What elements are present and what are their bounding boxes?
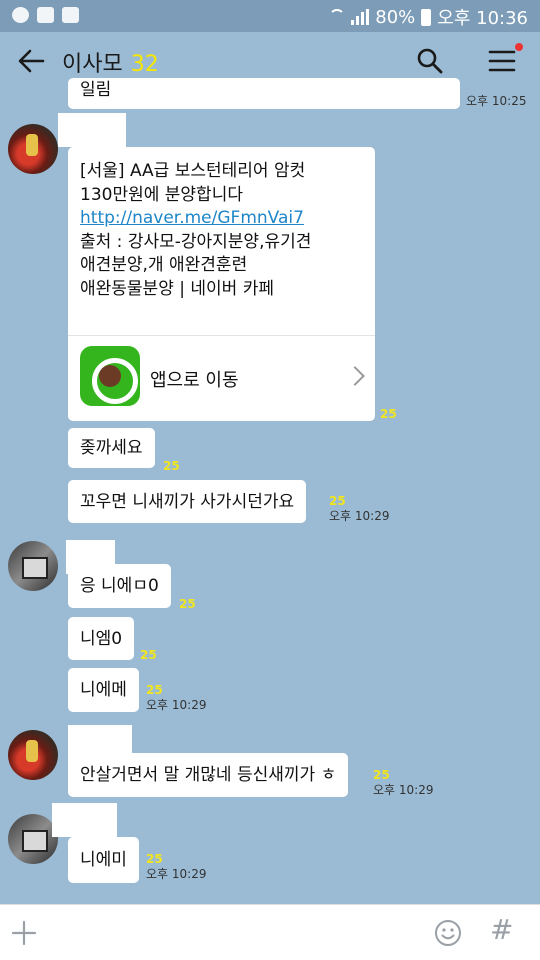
message-bubble[interactable]: 니에메 xyxy=(68,668,139,712)
message-text: 응 니에ㅁ0 xyxy=(80,576,159,596)
message-meta: 25 오후 10:29 xyxy=(146,852,206,882)
back-arrow-icon[interactable] xyxy=(16,47,46,75)
message-meta: 25 오후 10:29 xyxy=(373,768,433,798)
signal-icon xyxy=(351,9,370,25)
link-preview-text: [서울] AA급 보스턴테리어 암컷 130만원에 분양합니다 http://n… xyxy=(80,160,311,302)
card-line: [서울] AA급 보스턴테리어 암컷 xyxy=(80,161,306,181)
avatar[interactable] xyxy=(8,541,58,591)
message-text: 니에미 xyxy=(80,850,127,870)
card-line: 애완동물분양 | 네이버 카페 xyxy=(80,278,274,299)
card-divider xyxy=(68,335,375,336)
instagram-icon xyxy=(62,7,79,23)
card-line: 애견분양,개 애완견훈련 xyxy=(80,255,248,276)
message-text: 니엠0 xyxy=(80,629,123,649)
message-meta: 25 오후 10:29 xyxy=(329,494,389,524)
image-notification-icon xyxy=(37,7,54,23)
message-meta: 25 xyxy=(380,407,397,422)
cafe-app-icon[interactable] xyxy=(80,346,140,406)
message-meta: 오후 10:25 xyxy=(466,94,526,109)
message-time: 오후 10:25 xyxy=(466,94,527,108)
unread-count: 25 xyxy=(329,494,346,508)
message-meta: 25 xyxy=(163,459,180,474)
message-text: 꼬우면 니새끼가 사가시던가요 xyxy=(80,492,295,512)
message-meta: 25 xyxy=(179,597,196,612)
battery-icon xyxy=(421,8,432,26)
message-bubble[interactable]: 좆까세요 xyxy=(68,428,155,468)
avatar[interactable] xyxy=(8,124,58,174)
open-app-label[interactable]: 앱으로 이동 xyxy=(150,366,239,392)
message-bubble[interactable]: 꼬우면 니새끼가 사가시던가요 xyxy=(68,480,307,523)
avatar[interactable] xyxy=(8,814,58,864)
sender-name xyxy=(58,113,126,147)
notification-icons xyxy=(12,7,79,23)
card-line: 출처 : 강사모-강아지분양,유기견 xyxy=(80,231,312,252)
message-meta: 25 오후 10:29 xyxy=(146,683,206,713)
unread-count: 25 xyxy=(380,407,397,421)
message-text: 일림 xyxy=(80,80,112,100)
wifi-icon xyxy=(329,9,346,25)
message-time: 오후 10:29 xyxy=(146,698,207,712)
battery-percent: 80% xyxy=(375,6,416,28)
unread-count: 25 xyxy=(146,852,163,866)
message-bubble[interactable]: 안살거면서 말 개많네 등신새끼가 ㅎ xyxy=(68,753,349,797)
unread-count: 25 xyxy=(140,648,157,662)
status-bar: 80% 오후 10:36 xyxy=(0,0,540,32)
new-notification-dot xyxy=(515,43,523,51)
avatar[interactable] xyxy=(8,730,58,780)
hashtag-icon[interactable]: # xyxy=(490,913,513,946)
unread-count: 25 xyxy=(146,683,163,697)
card-line: 130만원에 분양합니다 xyxy=(80,184,243,205)
message-text: 니에메 xyxy=(80,680,127,700)
unread-count: 25 xyxy=(373,768,390,782)
menu-icon[interactable] xyxy=(488,48,516,74)
message-bubble[interactable]: 일림 xyxy=(68,78,460,109)
message-time: 오후 10:29 xyxy=(146,867,207,881)
room-name: 이사모 xyxy=(62,52,123,77)
chevron-right-icon[interactable] xyxy=(345,366,365,386)
message-bubble[interactable]: 니엠0 xyxy=(68,617,135,660)
message-text: 좆까세요 xyxy=(80,438,143,458)
link-preview-card[interactable]: [서울] AA급 보스턴테리어 암컷 130만원에 분양합니다 http://n… xyxy=(68,147,375,421)
search-icon[interactable] xyxy=(416,47,444,75)
plus-icon[interactable] xyxy=(10,919,38,947)
message-input-bar: # xyxy=(0,904,540,960)
sender-name xyxy=(52,803,117,837)
clock: 오후 10:36 xyxy=(437,8,528,29)
emoji-icon[interactable] xyxy=(434,919,462,947)
member-count: 32 xyxy=(130,52,159,77)
message-time: 오후 10:29 xyxy=(373,783,434,797)
message-bubble[interactable]: 응 니에ㅁ0 xyxy=(68,564,171,608)
unread-count: 25 xyxy=(179,597,196,611)
message-time: 오후 10:29 xyxy=(329,509,390,523)
message-meta: 25 xyxy=(140,648,157,663)
message-text: 안살거면서 말 개많네 등신새끼가 ㅎ xyxy=(80,765,337,785)
unread-count: 25 xyxy=(163,459,180,473)
message-input[interactable] xyxy=(50,911,420,955)
chat-title: 이사모 32 xyxy=(62,46,159,78)
link-url[interactable]: http://naver.me/GFmnVai7 xyxy=(80,208,304,228)
app-notification-icon xyxy=(12,7,29,23)
message-bubble[interactable]: 니에미 xyxy=(68,837,139,883)
